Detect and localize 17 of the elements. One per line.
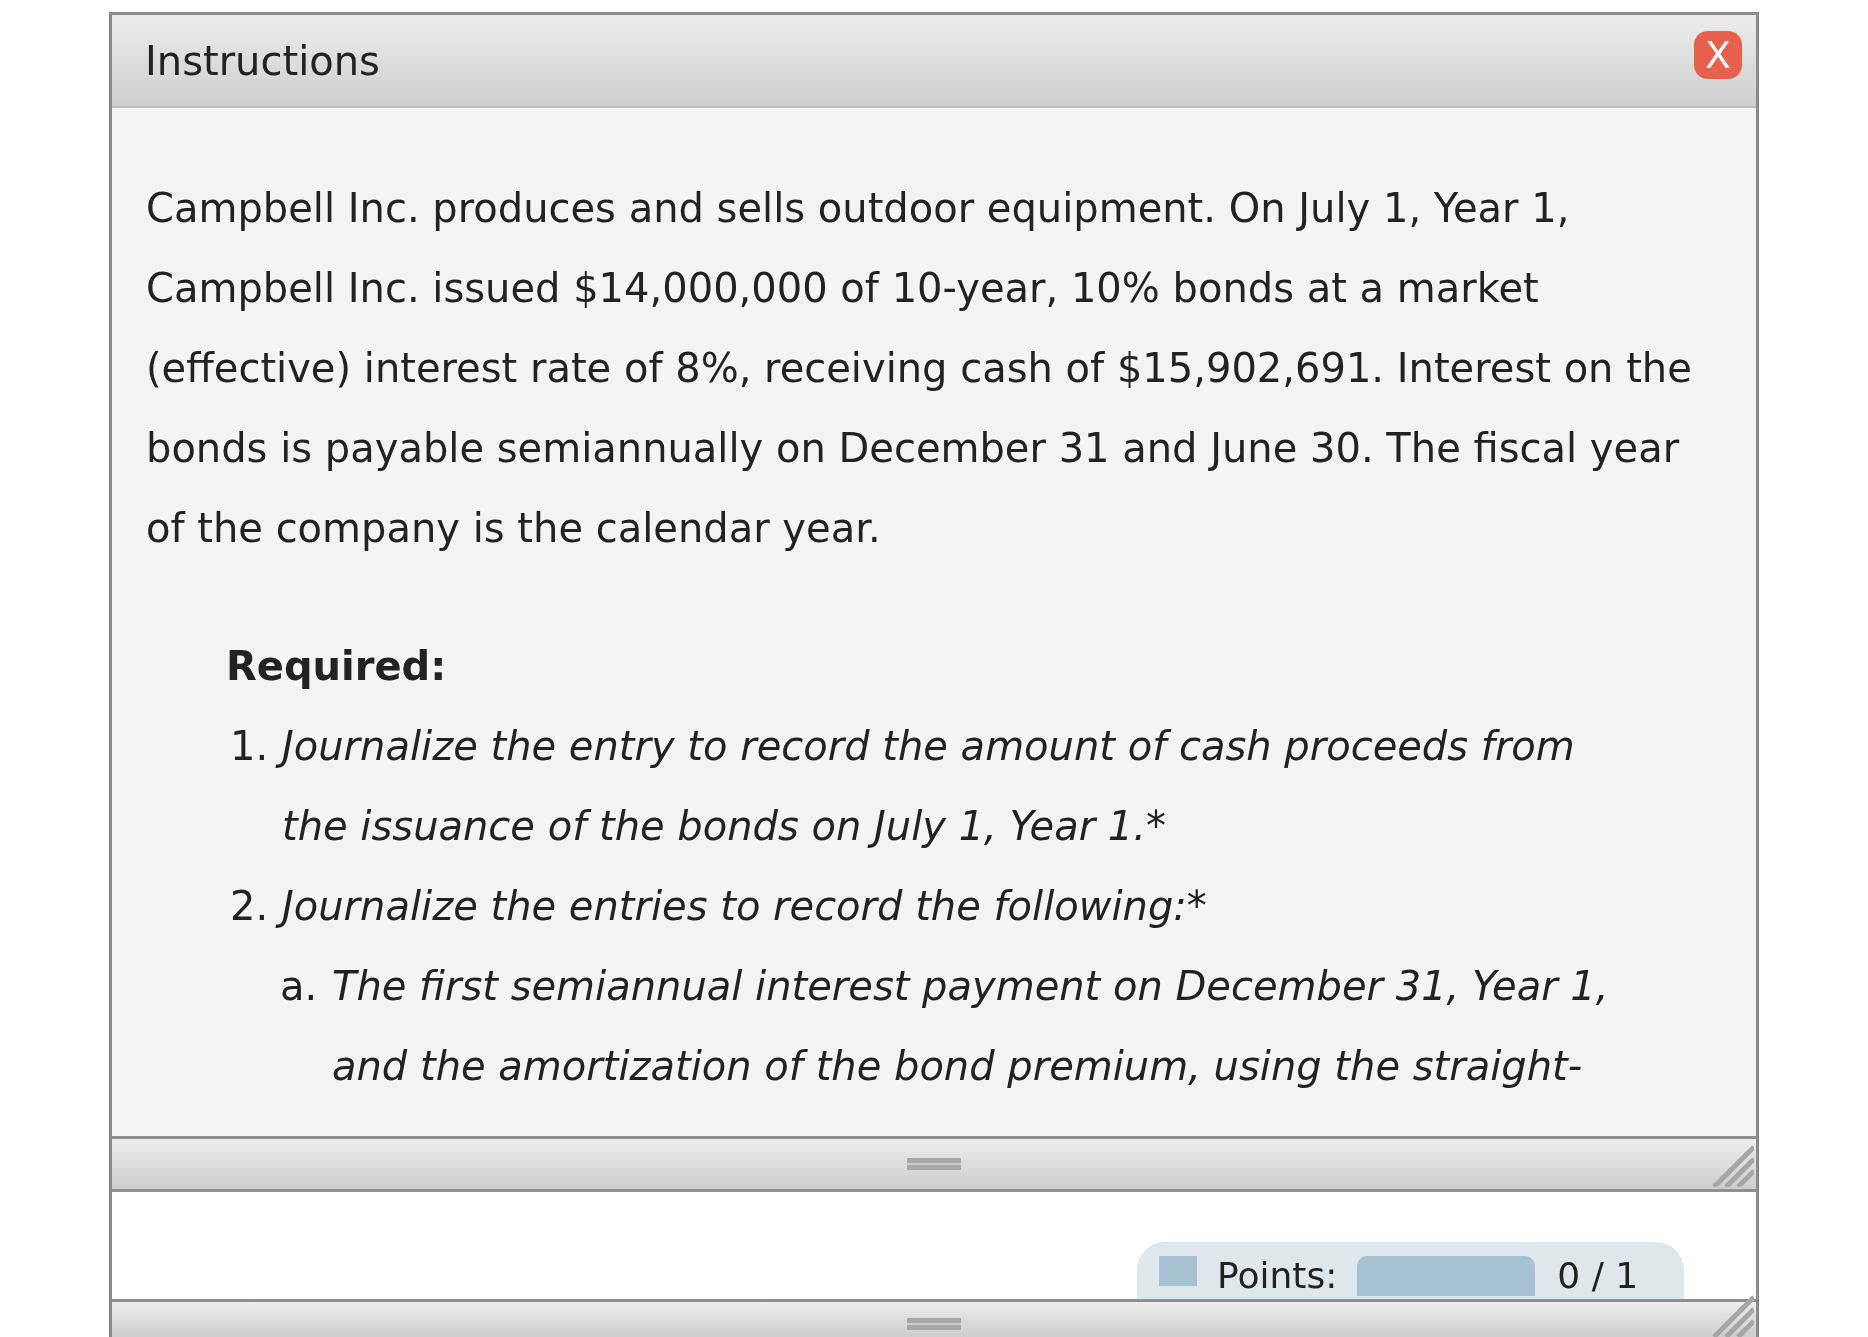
requirement-text: The first semiannual interest payment on December 31, Year 1, and the amortization of the bond premium, using the straight-	[331, 962, 1610, 1091]
grip-icon[interactable]	[907, 1156, 961, 1172]
points-score: 0 / 1	[1557, 1256, 1639, 1296]
required-heading: Required:	[226, 642, 448, 691]
list-marker: 1.	[230, 722, 270, 771]
list-marker: a.	[280, 962, 319, 1011]
close-button[interactable]: X	[1694, 30, 1742, 79]
points-icon	[1159, 1256, 1197, 1286]
grip-icon[interactable]	[907, 1316, 961, 1332]
window-title: Instructions	[145, 36, 380, 86]
resize-handle-icon[interactable]	[1712, 1295, 1754, 1337]
requirement-text: Journalize the entries to record the following:*	[276, 866, 1215, 946]
resize-handle-icon[interactable]	[1712, 1145, 1754, 1187]
requirement-text: Journalize the entry to record the amount of cash proceeds from the issuance of the bonds on July 1, Year 1.*	[276, 706, 1583, 866]
list-marker: 2.	[230, 882, 270, 931]
points-label: Points:	[1217, 1256, 1338, 1296]
intro-paragraph: Campbell Inc. produces and sells outdoor equipment. On July 1, Year 1, Campbell Inc. issued $14,000,000 of 10-year, 10% bonds at a market (effective) interest rate of 8%, receiving cash of $15,902,691. Interest on the bonds is payable semiannually on December 31 and June 30. The fiscal year of the company is the calendar year.	[146, 184, 1693, 553]
